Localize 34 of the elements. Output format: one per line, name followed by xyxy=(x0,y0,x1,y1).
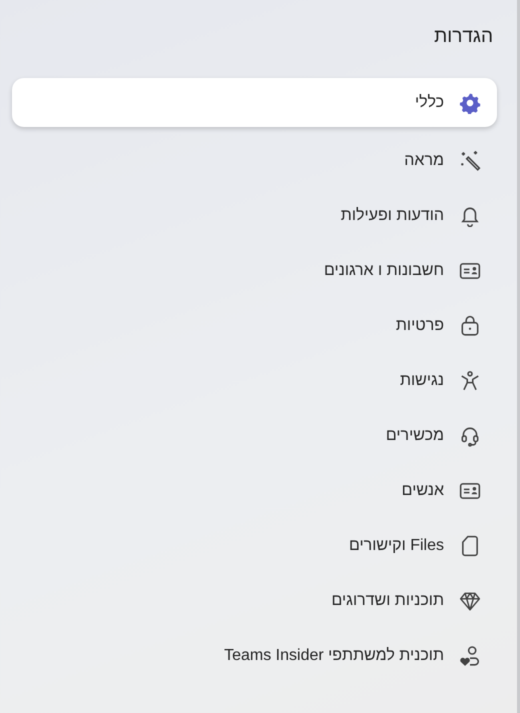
menu-item-label: חשבונות ו ארגונים xyxy=(324,262,444,280)
wand-icon xyxy=(459,150,481,172)
menu-item-label: תוכניות ושדרוגים xyxy=(331,592,444,610)
settings-menu-item[interactable]: אנשים xyxy=(12,470,497,512)
menu-item-label: הודעות ופעילות xyxy=(340,207,444,225)
menu-item-label: Files וקישורים xyxy=(348,537,444,555)
person-heart-icon xyxy=(459,645,481,667)
accessibility-icon xyxy=(459,370,481,392)
file-icon xyxy=(459,535,481,557)
settings-title: הגדרות xyxy=(434,26,493,48)
contact-card-icon xyxy=(459,480,481,502)
menu-item-label: תוכנית למשתתפי Teams Insider xyxy=(224,647,444,665)
menu-item-label: מכשירים xyxy=(386,427,444,445)
settings-menu-item[interactable]: חשבונות ו ארגונים xyxy=(12,250,497,292)
lock-icon xyxy=(459,315,481,337)
menu-item-label: כללי xyxy=(414,94,444,112)
contact-card-icon xyxy=(459,260,481,282)
menu-item-label: אנשים xyxy=(402,482,444,500)
settings-menu-item[interactable]: נגישות xyxy=(12,360,497,402)
settings-menu-item[interactable]: תוכניות ושדרוגים xyxy=(12,580,497,622)
settings-menu-item[interactable]: Files וקישורים xyxy=(12,525,497,567)
diamond-icon xyxy=(459,590,481,612)
settings-menu-item[interactable]: תוכנית למשתתפי Teams Insider xyxy=(12,635,497,677)
settings-menu-item[interactable]: מכשירים xyxy=(12,415,497,457)
settings-menu-item[interactable]: כללי xyxy=(12,78,497,127)
settings-menu-item[interactable]: פרטיות xyxy=(12,305,497,347)
gear-icon xyxy=(459,92,481,114)
settings-menu-item[interactable]: מראה xyxy=(12,140,497,182)
bell-icon xyxy=(459,205,481,227)
settings-menu-item[interactable]: הודעות ופעילות xyxy=(12,195,497,237)
menu-item-label: נגישות xyxy=(400,372,444,390)
menu-item-label: מראה xyxy=(404,152,444,170)
headset-icon xyxy=(459,425,481,447)
menu-item-label: פרטיות xyxy=(396,317,444,335)
